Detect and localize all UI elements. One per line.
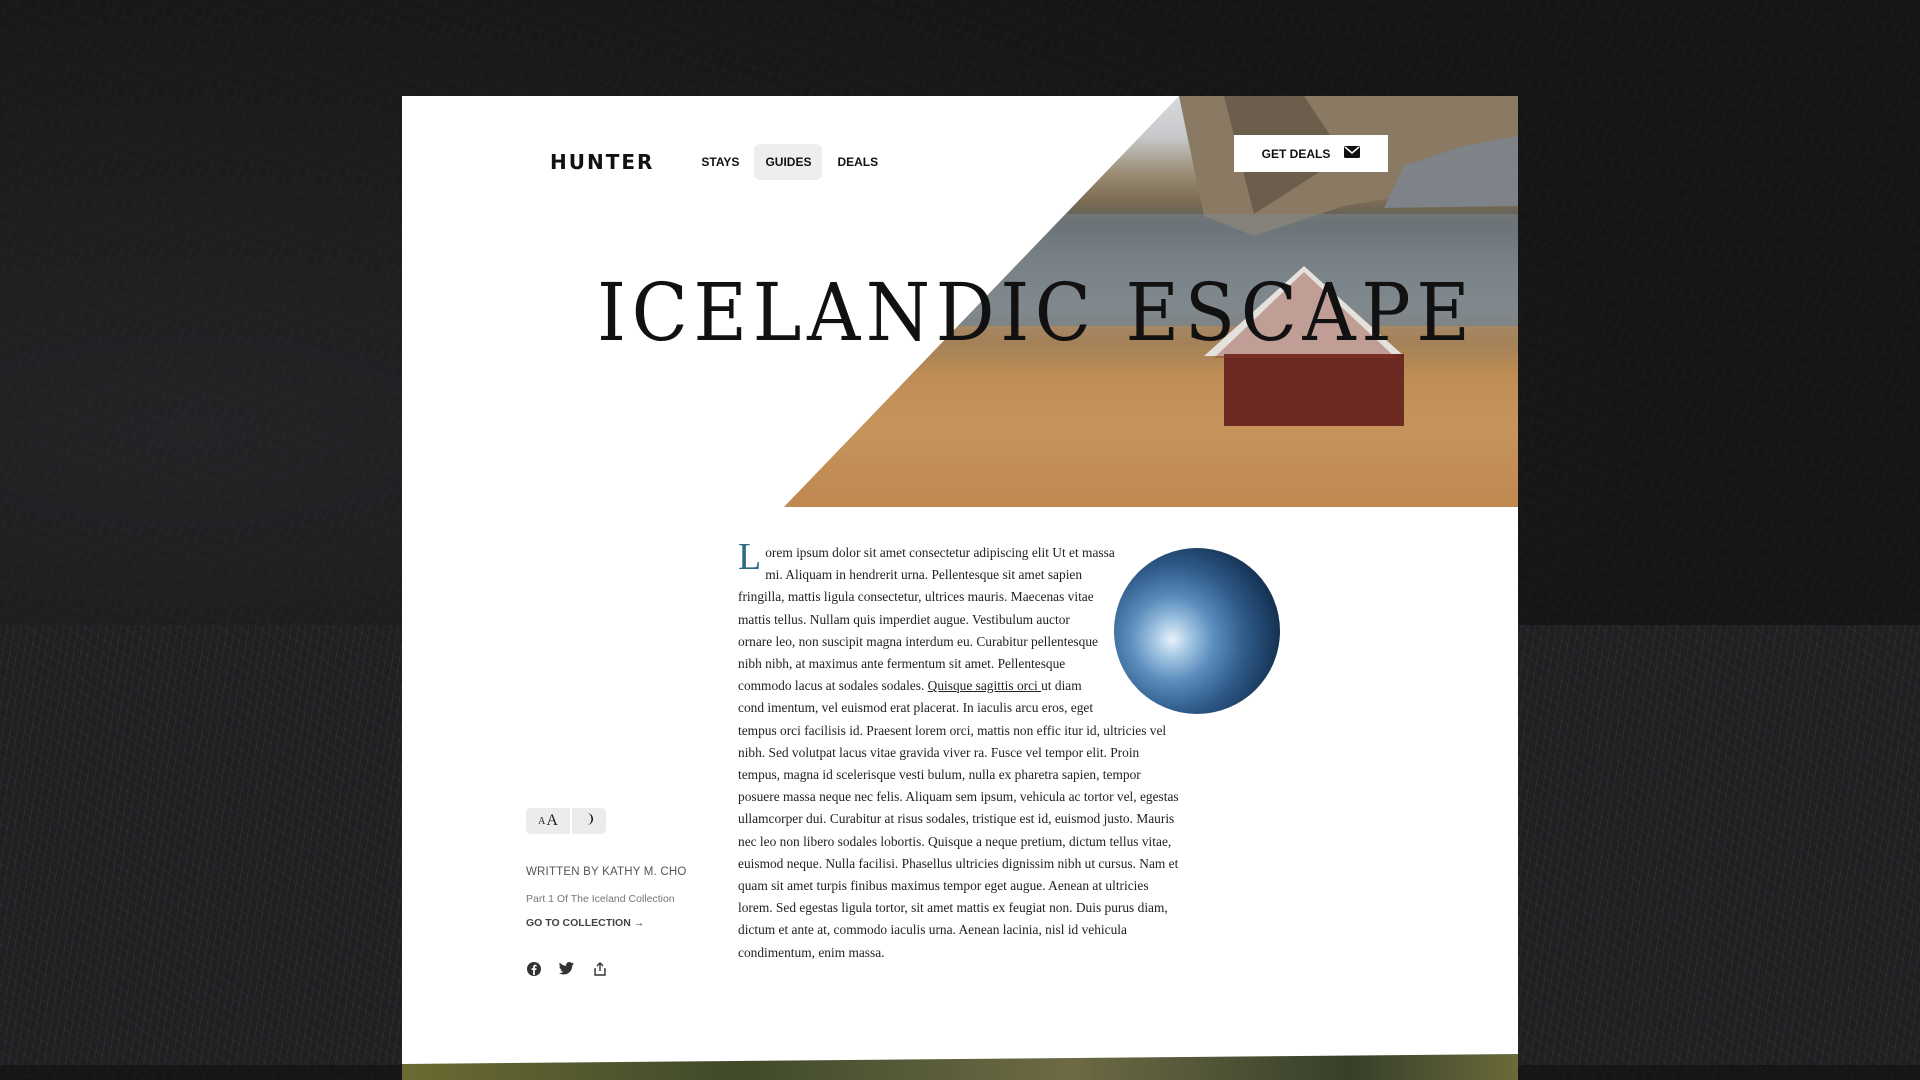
collection-link-label: GO TO COLLECTION: [526, 917, 631, 929]
article-rest: ut diam cond imentum, vel euismod erat p…: [738, 678, 1179, 960]
page-title: ICELANDIC ESCAPE: [597, 266, 1476, 359]
article-lead: orem ipsum dolor sit amet consectetur ad…: [738, 545, 1115, 694]
article-body: Lorem ipsum dolor sit amet consectetur a…: [738, 536, 1280, 964]
get-deals-label: GET DEALS: [1261, 146, 1331, 161]
share-icon[interactable]: [592, 961, 607, 976]
drop-cap: L: [738, 536, 762, 578]
get-deals-button[interactable]: GET DEALS: [1234, 135, 1388, 172]
social-links: [526, 961, 607, 976]
reading-tools: A A: [526, 808, 606, 834]
arrow-right-icon: →: [633, 917, 645, 929]
font-large-glyph: A: [546, 812, 558, 829]
go-to-collection-link[interactable]: GO TO COLLECTION →: [526, 917, 644, 929]
facebook-icon[interactable]: [526, 961, 541, 976]
article-inline-link[interactable]: Quisque sagittis orci: [928, 678, 1041, 693]
brand-logo[interactable]: HUNTER: [550, 150, 654, 174]
moon-icon: [583, 812, 595, 831]
twitter-icon[interactable]: [559, 961, 574, 976]
font-size-toggle[interactable]: A A: [526, 808, 570, 834]
top-nav: HUNTER STAYS GUIDES DEALS: [550, 142, 893, 182]
font-small-glyph: A: [538, 815, 546, 827]
ice-cave-image: [1114, 548, 1280, 714]
author-byline: WRITTEN BY KATHY M. CHO: [526, 866, 687, 878]
nav-item-guides[interactable]: GUIDES: [754, 144, 823, 180]
nav-item-stays[interactable]: STAYS: [690, 144, 750, 180]
dark-mode-toggle[interactable]: [572, 808, 606, 834]
article-page: HUNTER STAYS GUIDES DEALS GET DEALS ICEL…: [402, 96, 1518, 1080]
series-label: Part 1 Of The Iceland Collection: [526, 893, 675, 905]
mail-icon: [1344, 146, 1361, 161]
nav-item-deals[interactable]: DEALS: [826, 144, 889, 180]
next-section-image: [402, 1054, 1518, 1080]
